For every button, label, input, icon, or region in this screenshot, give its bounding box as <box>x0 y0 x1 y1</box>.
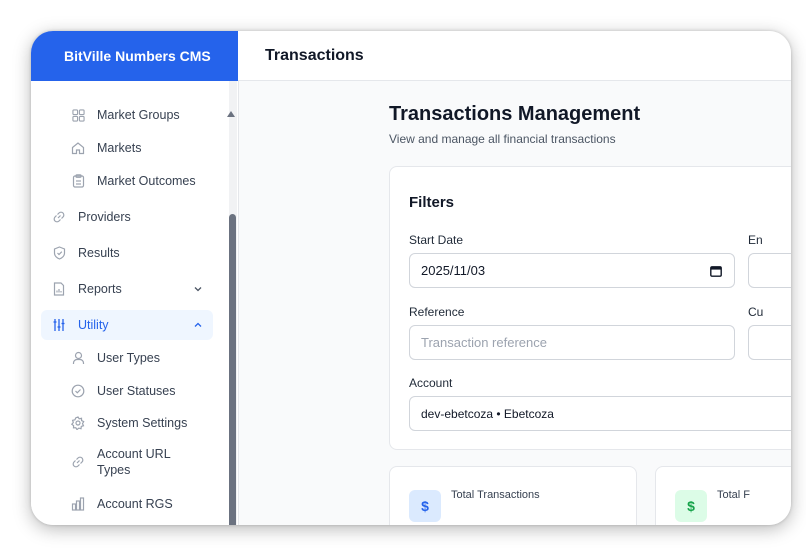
chevron-down-icon <box>193 283 203 297</box>
main-content: Transactions Management View and manage … <box>238 81 791 525</box>
sidebar-scrollbar-thumb[interactable] <box>229 214 236 525</box>
end-date-input[interactable] <box>748 253 791 288</box>
page-subtitle: View and manage all financial transactio… <box>389 132 616 146</box>
account-label: Account <box>409 376 453 390</box>
sidebar-item-label: Account URL Types <box>97 447 171 477</box>
shield-check-icon <box>52 246 66 260</box>
report-icon <box>52 282 66 296</box>
chevron-up-icon <box>193 319 203 333</box>
sidebar-item-label: Account RGS <box>97 497 173 511</box>
brand-name: BitVille Numbers CMS <box>64 48 211 64</box>
sidebar-item-user-types[interactable]: User Types <box>41 343 213 373</box>
second-column-label: Cu <box>748 305 764 319</box>
top-bar: Transactions <box>238 31 791 81</box>
sidebar-item-system-settings[interactable]: System Settings <box>41 408 213 438</box>
sidebar: Market Groups Markets Market Outcomes Pr… <box>31 81 239 525</box>
app-window: BitVille Numbers CMS Transactions Market… <box>31 31 791 525</box>
sidebar-item-label: Reports <box>78 282 122 296</box>
gear-icon <box>71 416 85 430</box>
reference-input[interactable]: Transaction reference <box>409 325 735 360</box>
account-select[interactable]: dev-ebetcoza • Ebetcoza <box>409 396 791 431</box>
sidebar-item-market-groups[interactable]: Market Groups <box>41 100 213 130</box>
stat-card-total-transactions: $ Total Transactions <box>389 466 637 525</box>
sidebar-item-label: User Types <box>97 351 160 365</box>
start-date-value: 2025/11/03 <box>421 263 486 278</box>
sidebar-item-user-statuses[interactable]: User Statuses <box>41 376 213 406</box>
end-date-label: En <box>748 233 763 247</box>
page-title: Transactions Management <box>389 103 641 125</box>
grid-icon <box>71 108 85 122</box>
sidebar-item-label: Markets <box>97 141 142 155</box>
filters-card: Filters Start Date 2025/11/03 En Referen… <box>389 166 791 450</box>
sidebar-item-label: Utility <box>78 318 109 332</box>
sidebar-item-reports[interactable]: Reports <box>41 274 213 304</box>
sidebar-item-label: Market Groups <box>97 108 180 122</box>
sidebar-item-market-outcomes[interactable]: Market Outcomes <box>41 166 213 196</box>
account-value: dev-ebetcoza • Ebetcoza <box>421 406 554 421</box>
calendar-icon[interactable] <box>710 265 722 277</box>
sidebar-item-markets[interactable]: Markets <box>41 133 213 163</box>
sidebar-item-providers[interactable]: Providers <box>41 202 213 232</box>
brand-logo[interactable]: BitVille Numbers CMS <box>31 31 238 81</box>
dollar-icon: $ <box>409 490 441 522</box>
sidebar-item-label: System Settings <box>97 416 188 430</box>
stat-label: Total F <box>717 489 751 501</box>
sliders-icon <box>52 318 66 332</box>
stat-card-total-f: $ Total F <box>655 466 791 525</box>
home-icon <box>71 141 85 155</box>
reference-placeholder: Transaction reference <box>421 335 547 350</box>
link-icon <box>71 455 85 469</box>
scroll-up-arrow-icon[interactable] <box>227 111 235 117</box>
sidebar-item-account-rgs[interactable]: Account RGS <box>41 489 213 519</box>
start-date-input[interactable]: 2025/11/03 <box>409 253 735 288</box>
bar-chart-icon <box>71 497 85 511</box>
sidebar-item-label: Results <box>78 246 120 260</box>
header-title: Transactions <box>265 46 364 64</box>
user-icon <box>71 351 85 365</box>
stat-label: Total Transactions <box>451 489 540 501</box>
sidebar-item-label: Providers <box>78 210 131 224</box>
clipboard-icon <box>71 174 85 188</box>
sidebar-item-account-url-types[interactable]: Account URL Types <box>41 441 213 483</box>
sidebar-item-label: User Statuses <box>97 384 176 398</box>
filters-title: Filters <box>409 194 455 211</box>
dollar-icon: $ <box>675 490 707 522</box>
sidebar-item-results[interactable]: Results <box>41 238 213 268</box>
reference-label: Reference <box>409 305 465 319</box>
check-circle-icon <box>71 384 85 398</box>
start-date-label: Start Date <box>409 233 464 247</box>
link-icon <box>52 210 66 224</box>
sidebar-item-utility[interactable]: Utility <box>41 310 213 340</box>
second-column-input[interactable] <box>748 325 791 360</box>
sidebar-item-label: Market Outcomes <box>97 174 196 188</box>
